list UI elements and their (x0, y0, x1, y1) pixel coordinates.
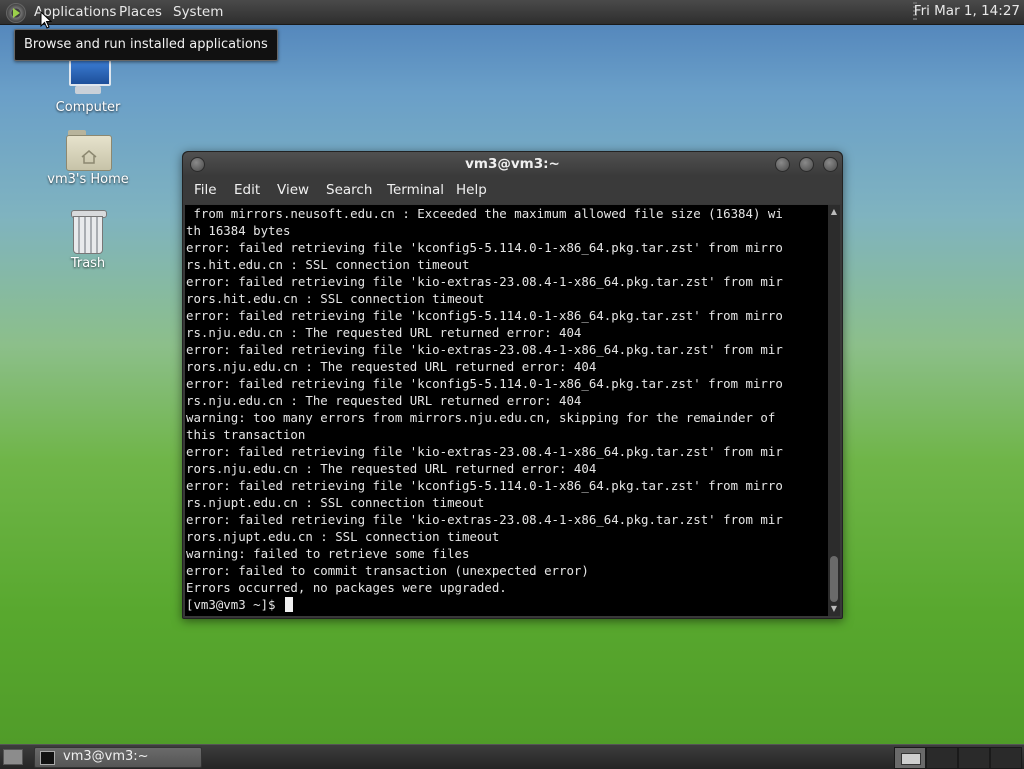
scroll-up-arrow-icon[interactable]: ▲ (828, 206, 840, 218)
show-desktop-icon[interactable] (3, 749, 23, 765)
minimize-button[interactable] (775, 157, 790, 172)
terminal-scrollbar[interactable]: ▲ ▼ (828, 205, 840, 616)
terminal-line: error: failed retrieving file 'kconfig5-… (186, 240, 783, 255)
desktop-icon-home[interactable]: vm3's Home (38, 130, 138, 187)
home-folder-icon (66, 130, 112, 171)
window-titlebar[interactable]: vm3@vm3:~ (183, 152, 842, 176)
terminal-line: warning: too many errors from mirrors.nj… (186, 410, 776, 425)
terminal-line: error: failed retrieving file 'kio-extra… (186, 444, 783, 459)
terminal-line: warning: failed to retrieve some files (186, 546, 470, 561)
distro-logo-icon[interactable] (6, 3, 26, 23)
terminal-line: error: failed retrieving file 'kio-extra… (186, 274, 783, 289)
scroll-down-arrow-icon[interactable]: ▼ (828, 603, 840, 615)
menu-file[interactable]: File (194, 182, 217, 198)
text-cursor (284, 597, 293, 612)
menu-search[interactable]: Search (326, 182, 372, 198)
menu-terminal[interactable]: Terminal (387, 182, 444, 198)
terminal-line: th 16384 bytes (186, 223, 291, 238)
terminal-output[interactable]: from mirrors.neusoft.edu.cn : Exceeded t… (185, 205, 828, 616)
taskbar-window-button[interactable]: vm3@vm3:~ (34, 747, 202, 768)
workspace-window-thumbnail (901, 753, 921, 765)
terminal-line: rs.hit.edu.cn : SSL connection timeout (186, 257, 470, 272)
trash-icon (68, 208, 108, 254)
terminal-line: error: failed retrieving file 'kio-extra… (186, 512, 783, 527)
desktop-icon-trash[interactable]: Trash (38, 208, 138, 271)
terminal-prompt-line[interactable]: [vm3@vm3 ~]$ (186, 596, 293, 613)
desktop-icon-label: Trash (70, 256, 106, 271)
bottom-panel: vm3@vm3:~ (0, 744, 1024, 769)
terminal-line: error: failed retrieving file 'kconfig5-… (186, 308, 783, 323)
terminal-line: rors.nju.edu.cn : The requested URL retu… (186, 359, 597, 374)
terminal-line: error: failed retrieving file 'kconfig5-… (186, 478, 783, 493)
top-panel: Applications Places System Fri Mar 1, 14… (0, 0, 1024, 25)
workspace-3[interactable] (958, 747, 990, 769)
terminal-line: Errors occurred, no packages were upgrad… (186, 580, 507, 595)
taskbar-window-label: vm3@vm3:~ (63, 749, 149, 764)
maximize-button[interactable] (799, 157, 814, 172)
terminal-line: error: failed retrieving file 'kconfig5-… (186, 376, 783, 391)
computer-icon (65, 58, 111, 98)
shell-prompt: [vm3@vm3 ~]$ (186, 597, 283, 612)
terminal-line: error: failed retrieving file 'kio-extra… (186, 342, 783, 357)
terminal-icon (40, 751, 55, 765)
places-menu[interactable]: Places (119, 3, 162, 21)
terminal-line: error: failed to commit transaction (une… (186, 563, 589, 578)
menu-help[interactable]: Help (456, 182, 487, 198)
desktop-icon-label: Computer (55, 100, 121, 115)
workspace-2[interactable] (926, 747, 958, 769)
window-title: vm3@vm3:~ (465, 156, 560, 172)
close-button[interactable] (823, 157, 838, 172)
terminal-line: rors.nju.edu.cn : The requested URL retu… (186, 461, 597, 476)
system-menu[interactable]: System (173, 3, 223, 21)
terminal-window[interactable]: vm3@vm3:~ File Edit View Search Terminal… (182, 151, 843, 619)
menu-view[interactable]: View (277, 182, 309, 198)
workspace-4[interactable] (990, 747, 1022, 769)
terminal-line: rors.njupt.edu.cn : SSL connection timeo… (186, 529, 500, 544)
terminal-line: rs.nju.edu.cn : The requested URL return… (186, 393, 582, 408)
terminal-line: rs.njupt.edu.cn : SSL connection timeout (186, 495, 485, 510)
terminal-menubar: File Edit View Search Terminal Help (183, 176, 842, 204)
clock[interactable]: Fri Mar 1, 14:27 (914, 3, 1020, 19)
scrollbar-thumb[interactable] (830, 556, 838, 602)
terminal-line: rors.hit.edu.cn : SSL connection timeout (186, 291, 485, 306)
desktop-icon-label: vm3's Home (47, 172, 129, 187)
menu-edit[interactable]: Edit (234, 182, 260, 198)
workspace-1[interactable] (894, 747, 926, 769)
terminal-line: from mirrors.neusoft.edu.cn : Exceeded t… (186, 206, 783, 221)
applications-tooltip: Browse and run installed applications (14, 29, 278, 61)
terminal-line: rs.nju.edu.cn : The requested URL return… (186, 325, 582, 340)
terminal-line: this transaction (186, 427, 306, 442)
desktop-icon-computer[interactable]: Computer (38, 58, 138, 115)
